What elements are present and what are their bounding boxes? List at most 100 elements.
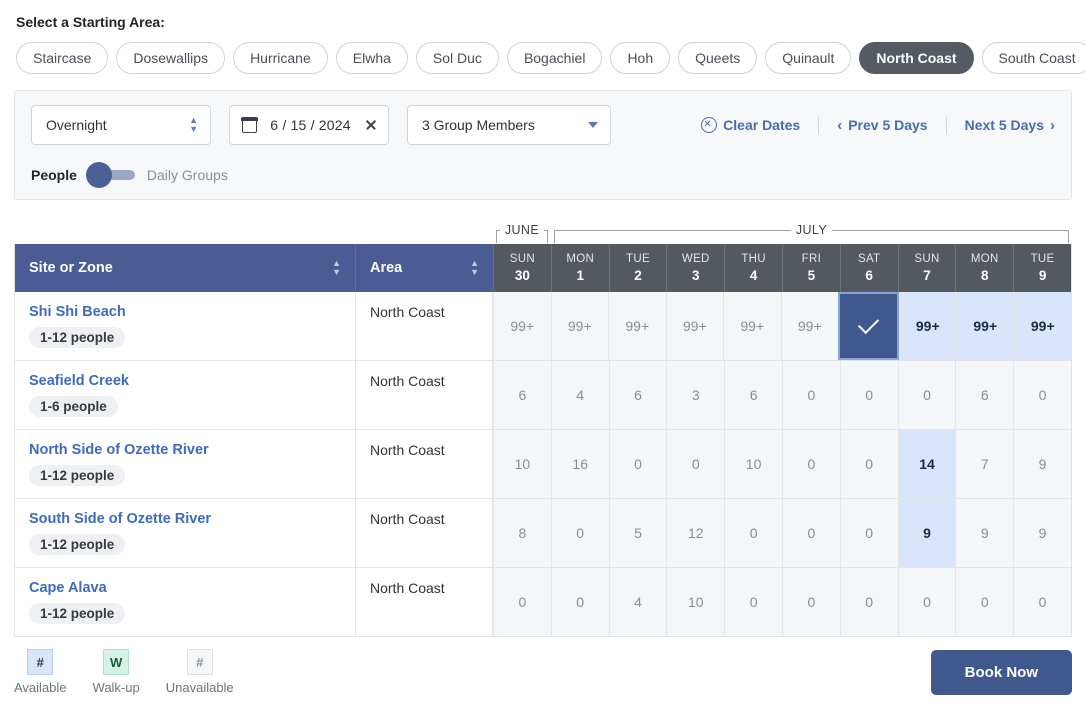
availability-cell[interactable]: 0 [1013, 568, 1071, 637]
availability-cell[interactable]: 0 [781, 361, 840, 430]
availability-cell[interactable]: 0 [666, 430, 725, 499]
date-value: 6 / 15 / 2024 [270, 117, 351, 134]
area-chip-sol-duc[interactable]: Sol Duc [415, 42, 499, 75]
site-name-link[interactable]: North Side of Ozette River [29, 442, 341, 458]
availability-cell[interactable]: 99+ [665, 292, 723, 361]
availability-cell[interactable]: 6 [493, 361, 551, 430]
availability-cell[interactable]: 0 [550, 568, 609, 637]
area-chip-hurricane[interactable]: Hurricane [233, 42, 328, 75]
availability-cell[interactable]: 0 [493, 568, 551, 637]
availability-cell[interactable]: 14 [897, 430, 956, 499]
day-number-label: 7 [923, 268, 931, 284]
availability-cell[interactable]: 12 [666, 499, 725, 568]
area-chip-north-coast[interactable]: North Coast [859, 42, 974, 75]
availability-cell[interactable]: 9 [897, 499, 956, 568]
legend-swatch: # [186, 649, 213, 676]
availability-cell[interactable]: 99+ [723, 292, 781, 361]
availability-cell[interactable]: 99+ [493, 292, 551, 361]
clear-date-icon[interactable] [364, 118, 378, 132]
site-name-link[interactable]: Seafield Creek [29, 373, 341, 389]
availability-cell[interactable]: 99+ [1013, 292, 1071, 361]
day-of-week-label: FRI [801, 253, 822, 266]
availability-cell[interactable]: 0 [550, 499, 609, 568]
stay-type-select[interactable]: Overnight ▲ ▼ [31, 105, 211, 146]
availability-cell[interactable]: 4 [550, 361, 609, 430]
area-chip-south-coast[interactable]: South Coast [981, 42, 1086, 75]
legend-item: # Available [14, 649, 67, 695]
availability-cell[interactable]: 6 [955, 361, 1014, 430]
availability-cell[interactable]: 99+ [956, 292, 1014, 361]
availability-cell[interactable]: 0 [839, 430, 898, 499]
availability-cell[interactable]: 5 [608, 499, 667, 568]
day-number-label: 4 [749, 268, 758, 284]
availability-cell[interactable]: 0 [897, 361, 956, 430]
site-cell: Shi Shi Beach 1-12 people [15, 292, 356, 361]
day-number-label: 1 [576, 268, 584, 284]
day-header: SAT 6 [839, 244, 898, 293]
availability-cell[interactable]: 0 [781, 568, 840, 637]
availability-cell-selected[interactable] [838, 292, 899, 361]
availability-cell[interactable]: 99+ [608, 292, 666, 361]
availability-cell[interactable]: 0 [1013, 361, 1071, 430]
date-input[interactable]: 6 / 15 / 2024 [229, 105, 389, 146]
availability-cell[interactable]: 6 [724, 361, 782, 430]
availability-cell[interactable]: 4 [608, 568, 667, 637]
chevron-updown-icon: ▲ ▼ [189, 115, 198, 135]
people-groups-switch[interactable] [85, 162, 135, 189]
filter-panel: Overnight ▲ ▼ 6 / 15 / 2024 3 Group Membe… [14, 90, 1072, 201]
site-name-link[interactable]: South Side of Ozette River [29, 511, 341, 527]
area-chip-hoh[interactable]: Hoh [610, 42, 671, 75]
availability-cell[interactable]: 9 [1013, 499, 1071, 568]
availability-cell[interactable]: 0 [897, 568, 956, 637]
availability-cell[interactable]: 0 [781, 430, 840, 499]
availability-cell[interactable]: 16 [550, 430, 609, 499]
next-5-days-button[interactable]: Next 5 Days › [965, 117, 1055, 133]
availability-cell[interactable]: 0 [955, 568, 1014, 637]
availability-cell[interactable]: 99+ [550, 292, 608, 361]
availability-cell[interactable]: 99+ [780, 292, 838, 361]
day-of-week-label: THU [741, 253, 766, 266]
availability-cell[interactable]: 0 [608, 430, 667, 499]
availability-cell[interactable]: 0 [781, 499, 840, 568]
area-cell: North Coast [356, 499, 493, 568]
availability-cell[interactable]: 0 [724, 568, 782, 637]
area-chip-queets[interactable]: Queets [678, 42, 758, 75]
day-header: TUE 9 [1013, 244, 1071, 293]
prev-5-days-button[interactable]: ‹ Prev 5 Days [837, 117, 927, 133]
column-header-area[interactable]: Area ▲ ▼ [356, 244, 493, 293]
availability-cell[interactable]: 6 [608, 361, 667, 430]
column-header-site[interactable]: Site or Zone ▲ ▼ [15, 244, 356, 293]
availability-cell[interactable]: 99+ [898, 292, 956, 361]
group-size-select[interactable]: 3 Group Members [407, 105, 611, 146]
book-now-button[interactable]: Book Now [930, 649, 1072, 695]
availability-cell[interactable]: 3 [666, 361, 725, 430]
availability-cell[interactable]: 0 [839, 499, 898, 568]
availability-cell[interactable]: 7 [955, 430, 1014, 499]
availability-cells: 10 16 0 0 10 0 0 14 7 9 [493, 430, 1071, 499]
area-chip-elwha[interactable]: Elwha [335, 42, 408, 75]
clear-dates-button[interactable]: Clear Dates [701, 117, 800, 134]
day-header: THU 4 [724, 244, 782, 293]
people-groups-toggle-row: People Daily Groups [31, 162, 1055, 189]
availability-cell[interactable]: 0 [839, 361, 898, 430]
chevron-left-icon: ‹ [837, 116, 843, 134]
availability-cell[interactable]: 8 [493, 499, 551, 568]
availability-cell[interactable]: 10 [724, 430, 782, 499]
site-name-link[interactable]: Shi Shi Beach [29, 304, 341, 320]
area-chip-bogachiel[interactable]: Bogachiel [506, 42, 603, 75]
availability-cell[interactable]: 0 [724, 499, 782, 568]
day-headers: SUN 30 MON 1 TUE 2 WED 3 THU 4 FRI 5 SAT 6 SUN 7 MON 8 TUE… [493, 244, 1071, 293]
day-of-week-label: WED [681, 253, 710, 266]
availability-cell[interactable]: 9 [955, 499, 1014, 568]
table-row: South Side of Ozette River 1-12 people Nor… [15, 498, 1071, 568]
availability-cell[interactable]: 9 [1013, 430, 1071, 499]
availability-cell[interactable]: 10 [666, 568, 725, 637]
legend-label: Unavailable [165, 680, 234, 696]
site-name-link[interactable]: Cape Alava [29, 580, 341, 596]
availability-cell[interactable]: 0 [839, 568, 898, 637]
day-of-week-label: TUE [626, 253, 650, 266]
availability-cell[interactable]: 10 [493, 430, 551, 499]
area-chip-staircase[interactable]: Staircase [16, 42, 109, 75]
area-chip-quinault[interactable]: Quinault [765, 42, 852, 75]
area-chip-dosewallips[interactable]: Dosewallips [116, 42, 226, 75]
